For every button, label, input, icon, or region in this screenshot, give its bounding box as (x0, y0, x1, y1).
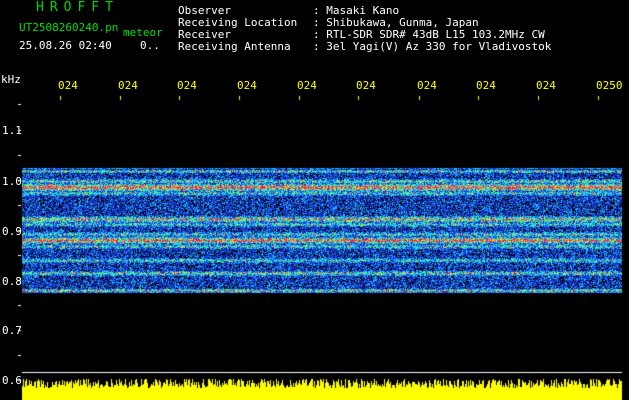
axis-unit: kHz (1, 73, 21, 86)
info-receiver-value: : RTL-SDR SDR# 43dB L15 103.2MHz CW (313, 28, 545, 41)
info-receiver-label: Receiver (178, 28, 231, 41)
time-label: 0250 (596, 79, 623, 92)
counter: 0.. (140, 39, 160, 52)
y-tick: 0.8 (2, 275, 22, 288)
file-name: UT2508260240.pn (19, 21, 119, 34)
time-label: 024 (356, 79, 376, 92)
time-label: 024 (417, 79, 437, 92)
y-tick: 0.9 (2, 225, 22, 238)
datetime: 25.08.26 02:40 (19, 39, 112, 52)
file-suffix: meteor (123, 26, 163, 39)
time-label: 024 (58, 79, 78, 92)
info-observer-value: : Masaki Kano (313, 4, 400, 17)
time-label: 024 (476, 79, 496, 92)
info-antenna-value: : 3el Yagi(V) Az 330 for Vladivostok (313, 40, 552, 53)
info-location-label: Receiving Location (178, 16, 298, 29)
y-tick: 0.7 (2, 324, 22, 337)
app-title: HROFFT (36, 0, 119, 15)
spectrogram (0, 0, 629, 400)
time-label: 024 (536, 79, 556, 92)
time-label: 024 (297, 79, 317, 92)
time-label: 024 (118, 79, 138, 92)
y-tick: 1.1 (2, 124, 22, 137)
time-label: 024 (237, 79, 257, 92)
info-location-value: : Shibukawa, Gunma, Japan (313, 16, 479, 29)
info-observer-label: Observer (178, 4, 231, 17)
y-tick: 1.0 (2, 175, 22, 188)
info-antenna-label: Receiving Antenna (178, 40, 291, 53)
y-tick: 0.6 (2, 374, 22, 387)
time-label: 024 (177, 79, 197, 92)
